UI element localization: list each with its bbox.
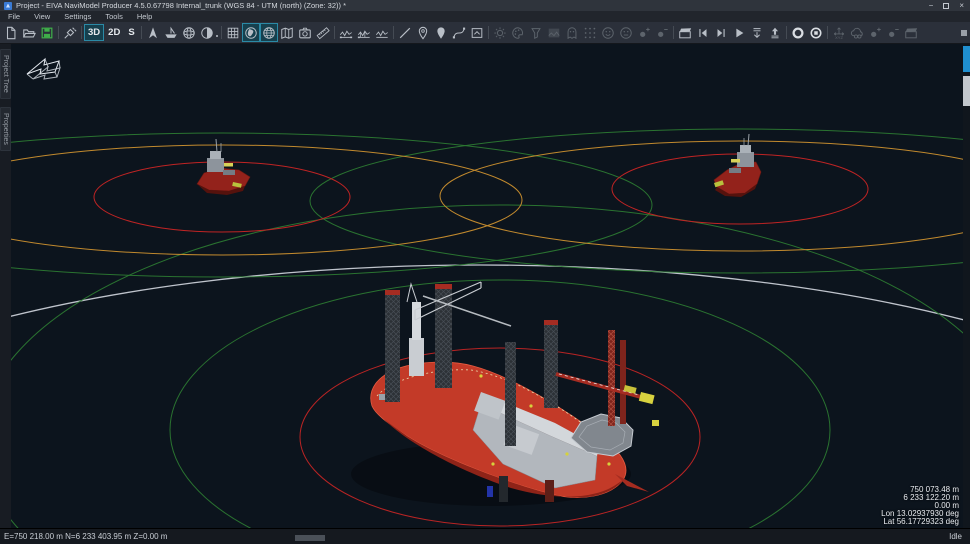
save-project-icon[interactable] — [38, 23, 56, 42]
point-remove-small-icon[interactable] — [653, 23, 671, 42]
record-icon[interactable] — [789, 23, 807, 42]
menu-file[interactable]: File — [8, 12, 20, 21]
toolbar-separator — [334, 26, 335, 39]
toolbar-separator — [58, 26, 59, 39]
menu-help[interactable]: Help — [137, 12, 152, 21]
title-bar[interactable]: Project - EIVA NaviModel Producer 4.5.0.… — [0, 0, 970, 11]
step-backward-icon[interactable] — [694, 23, 712, 42]
app-icon — [4, 2, 12, 10]
toolbar-separator — [827, 26, 828, 39]
toolbar-separator — [673, 26, 674, 39]
minimize-button[interactable]: − — [929, 1, 934, 10]
tab-properties[interactable]: Properties — [0, 107, 11, 151]
point-add-small-icon[interactable] — [635, 23, 653, 42]
smiley-neutral-icon[interactable] — [617, 23, 635, 42]
toolbar: 3D 2D S — [0, 22, 970, 44]
move-up-icon[interactable] — [766, 23, 784, 42]
remove-point-icon[interactable] — [884, 23, 902, 42]
wireframe-globe-icon[interactable] — [260, 23, 278, 42]
toolbar-separator — [81, 26, 82, 39]
toolbar-separator — [221, 26, 222, 39]
scrollbar-thumb-white[interactable] — [963, 76, 970, 106]
menu-tools[interactable]: Tools — [105, 12, 123, 21]
map-view-icon[interactable] — [278, 23, 296, 42]
menu-view[interactable]: View — [34, 12, 50, 21]
translate-xyz-icon[interactable]: XYZ — [830, 23, 848, 42]
animation-clapper-icon[interactable] — [676, 23, 694, 42]
toolbar-overflow-button[interactable] — [961, 30, 967, 36]
measure-ruler-icon[interactable] — [314, 23, 332, 42]
profile-view-3-icon[interactable] — [373, 23, 391, 42]
menu-settings[interactable]: Settings — [64, 12, 91, 21]
toolbar-separator — [393, 26, 394, 39]
scene-3d-canvas[interactable] — [11, 44, 963, 528]
grid-view-icon[interactable] — [224, 23, 242, 42]
vessel-view-icon[interactable] — [162, 23, 180, 42]
move-down-icon[interactable] — [748, 23, 766, 42]
dropdown-caret-icon[interactable] — [216, 35, 218, 37]
texture-image-icon[interactable] — [545, 23, 563, 42]
close-button[interactable]: × — [959, 1, 964, 10]
scrollbar-thumb-blue[interactable] — [963, 46, 970, 72]
restore-button[interactable] — [943, 3, 949, 9]
ghost-tool-icon[interactable] — [563, 23, 581, 42]
status-state: Idle — [949, 532, 962, 541]
add-waypoint-icon[interactable] — [414, 23, 432, 42]
step-forward-icon[interactable] — [712, 23, 730, 42]
add-point-icon[interactable] — [866, 23, 884, 42]
stop-icon[interactable] — [807, 23, 825, 42]
application-window: Project - EIVA NaviModel Producer 4.5.0.… — [0, 0, 970, 544]
status-coordinates: E=750 218.00 m N=6 233 403.95 m Z=0.00 m — [4, 532, 167, 541]
shaded-sphere-view-icon[interactable] — [198, 23, 216, 42]
right-scrollbar[interactable] — [963, 44, 970, 528]
window-controls: − × — [929, 1, 964, 10]
viewport-3d[interactable]: Project Tree Properties — [0, 44, 970, 528]
play-animation-icon[interactable] — [730, 23, 748, 42]
point-grid-icon[interactable] — [581, 23, 599, 42]
view-2d-button[interactable]: 2D — [104, 24, 124, 41]
cursor-coordinates-overlay: 750 073.48 m 6 233 122.20 m 0.00 m Lon 1… — [881, 486, 959, 526]
tab-project-tree[interactable]: Project Tree — [0, 49, 11, 99]
view-s-button[interactable]: S — [124, 24, 138, 41]
connect-online-icon[interactable] — [61, 23, 79, 42]
point-cloud-tools-icon[interactable] — [848, 23, 866, 42]
add-marker-icon[interactable] — [432, 23, 450, 42]
overlay-latitude: Lat 56.17729323 deg — [881, 518, 959, 526]
navigate-arrow-icon[interactable] — [144, 23, 162, 42]
menu-bar: File View Settings Tools Help — [0, 11, 970, 22]
screenshot-camera-icon[interactable] — [296, 23, 314, 42]
geographic-globe-icon[interactable] — [242, 23, 260, 42]
status-bar: E=750 218.00 m N=6 233 403.95 m Z=0.00 m… — [0, 528, 970, 544]
new-file-icon[interactable] — [2, 23, 20, 42]
window-title: Project - EIVA NaviModel Producer 4.5.0.… — [16, 1, 929, 10]
toolbar-separator — [786, 26, 787, 39]
light-settings-icon[interactable] — [491, 23, 509, 42]
view-3d-button[interactable]: 3D — [84, 24, 104, 41]
sphere-view-icon[interactable] — [180, 23, 198, 42]
draw-line-icon[interactable] — [396, 23, 414, 42]
left-panel-tabs: Project Tree Properties — [0, 44, 11, 528]
smiley-good-icon[interactable] — [599, 23, 617, 42]
profile-view-2-icon[interactable] — [355, 23, 373, 42]
open-project-icon[interactable] — [20, 23, 38, 42]
color-palette-icon[interactable] — [509, 23, 527, 42]
toolbar-separator — [141, 26, 142, 39]
export-view-icon[interactable] — [468, 23, 486, 42]
draw-spline-icon[interactable] — [450, 23, 468, 42]
svg-text:XYZ: XYZ — [835, 35, 843, 40]
filter-cone-icon[interactable] — [527, 23, 545, 42]
profile-view-1-icon[interactable] — [337, 23, 355, 42]
toolbar-separator — [488, 26, 489, 39]
status-progress-indicator — [295, 535, 325, 541]
animation-clapper-end-icon[interactable] — [902, 23, 920, 42]
